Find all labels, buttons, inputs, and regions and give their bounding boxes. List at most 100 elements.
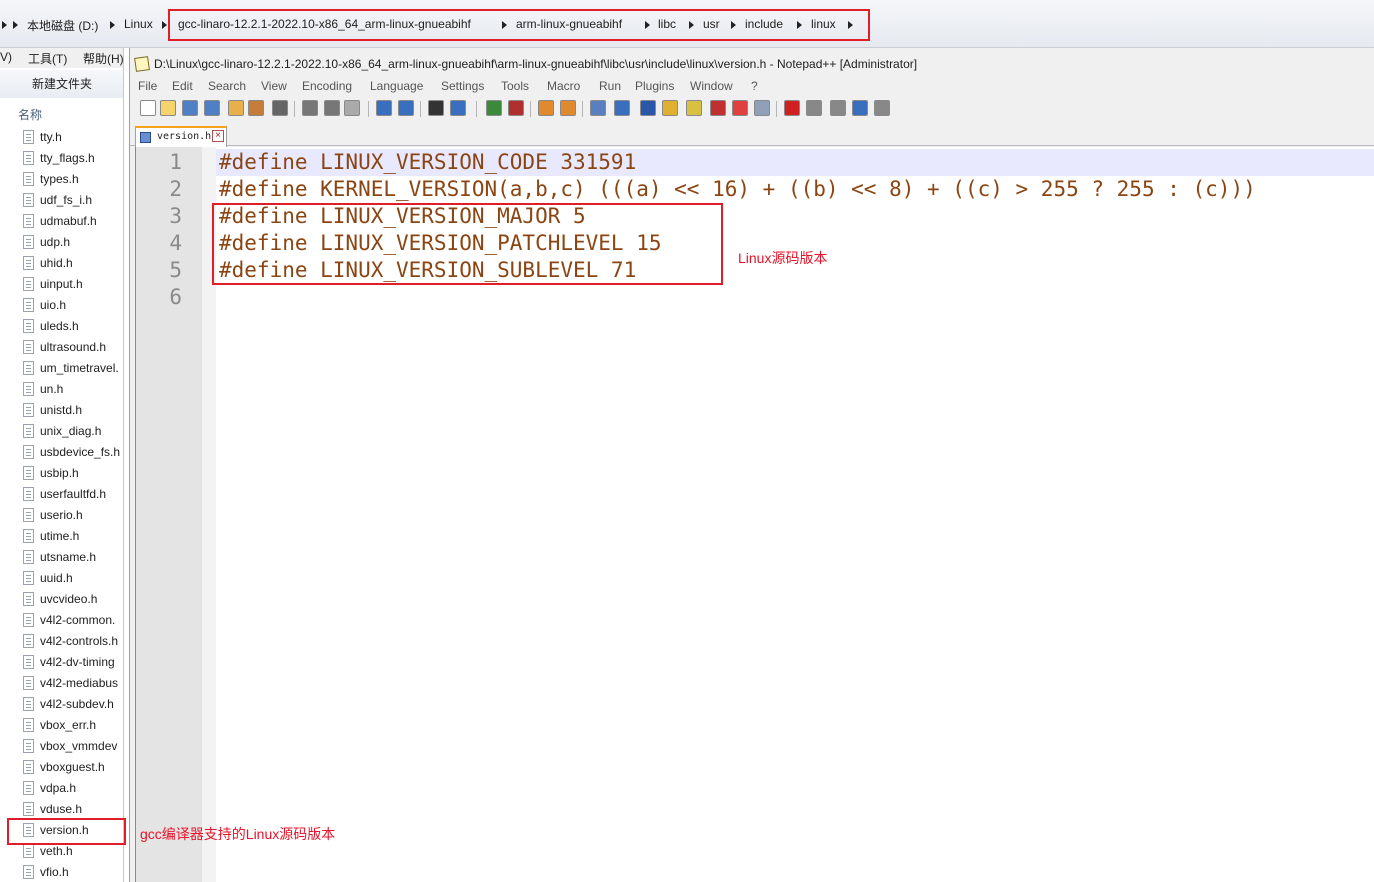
menu-settings[interactable]: Settings <box>441 79 484 93</box>
preview-icon[interactable] <box>754 100 770 116</box>
close-tab-icon[interactable]: × <box>212 130 224 142</box>
file-item[interactable]: usbip.h <box>0 463 123 484</box>
toolbar-separator <box>582 101 583 117</box>
menu-window[interactable]: Window <box>690 79 733 93</box>
file-item[interactable]: udf_fs_i.h <box>0 190 123 211</box>
file-item[interactable]: types.h <box>0 169 123 190</box>
file-item[interactable]: udmabuf.h <box>0 211 123 232</box>
file-item[interactable]: utime.h <box>0 526 123 547</box>
file-name: veth.h <box>40 844 73 858</box>
redo-icon[interactable] <box>398 100 414 116</box>
file-item[interactable]: uuid.h <box>0 568 123 589</box>
replace-icon[interactable] <box>450 100 466 116</box>
word-wrap-icon[interactable] <box>590 100 606 116</box>
indent-guide-icon[interactable] <box>640 100 656 116</box>
menu-encoding[interactable]: Encoding <box>302 79 352 93</box>
file-item[interactable]: uleds.h <box>0 316 123 337</box>
save-macro-icon[interactable] <box>874 100 890 116</box>
menu-macro[interactable]: Macro <box>547 79 580 93</box>
file-item[interactable]: v4l2-controls.h <box>0 631 123 652</box>
file-item[interactable]: unix_diag.h <box>0 421 123 442</box>
file-item[interactable]: uvcvideo.h <box>0 589 123 610</box>
file-item[interactable]: v4l2-subdev.h <box>0 694 123 715</box>
cut-icon[interactable] <box>302 100 318 116</box>
menu-view-fragment[interactable]: V) <box>0 50 12 64</box>
menu-language[interactable]: Language <box>370 79 423 93</box>
save-icon[interactable] <box>182 100 198 116</box>
header-file-icon <box>23 676 34 690</box>
file-item[interactable]: tty_flags.h <box>0 148 123 169</box>
record-macro-icon[interactable] <box>784 100 800 116</box>
file-item[interactable]: uinput.h <box>0 274 123 295</box>
save-all-icon[interactable] <box>204 100 220 116</box>
tab-label: version.h <box>157 131 212 142</box>
file-item[interactable]: unistd.h <box>0 400 123 421</box>
explorer-file-list[interactable]: V) 工具(T) 帮助(H) 新建文件夹 名称 tty.h tty_flags.h… <box>0 48 124 882</box>
file-item[interactable]: tty.h <box>0 127 123 148</box>
file-item[interactable]: vboxguest.h <box>0 757 123 778</box>
sync-vertical-icon[interactable] <box>538 100 554 116</box>
new-folder-button[interactable]: 新建文件夹 <box>0 70 123 98</box>
file-item[interactable]: vfio.h <box>0 862 123 882</box>
file-item[interactable]: un.h <box>0 379 123 400</box>
file-item[interactable]: userfaultfd.h <box>0 484 123 505</box>
menu-file[interactable]: File <box>138 79 157 93</box>
breadcrumb-arrow-icon[interactable] <box>162 21 167 29</box>
file-item[interactable]: utsname.h <box>0 547 123 568</box>
file-item[interactable]: vbox_vmmdev <box>0 736 123 757</box>
file-item[interactable]: udp.h <box>0 232 123 253</box>
menu-plugins[interactable]: Plugins <box>635 79 674 93</box>
breadcrumb-arrow-icon[interactable] <box>13 21 18 29</box>
source-version-annotation: Linux源码版本 <box>738 250 828 266</box>
file-item[interactable]: vduse.h <box>0 799 123 820</box>
file-item[interactable]: v4l2-common. <box>0 610 123 631</box>
file-item[interactable]: v4l2-dv-timing <box>0 652 123 673</box>
file-item[interactable]: ultrasound.h <box>0 337 123 358</box>
tab-version-h[interactable]: version.h × <box>135 126 227 147</box>
breadcrumb-linux[interactable]: Linux <box>124 17 153 31</box>
run-macro-multiple-icon[interactable] <box>852 100 868 116</box>
menu-tools[interactable]: 工具(T) <box>28 50 67 67</box>
file-item[interactable]: vbox_err.h <box>0 715 123 736</box>
open-file-icon[interactable] <box>160 100 176 116</box>
breadcrumb-arrow-icon[interactable] <box>110 21 115 29</box>
stop-macro-icon[interactable] <box>806 100 822 116</box>
zoom-out-icon[interactable] <box>508 100 524 116</box>
show-all-chars-icon[interactable] <box>614 100 630 116</box>
close-all-icon[interactable] <box>248 100 264 116</box>
paste-icon[interactable] <box>344 100 360 116</box>
code-line[interactable]: #define KERNEL_VERSION(a,b,c) (((a) << 1… <box>219 176 1256 203</box>
breadcrumb-drive[interactable]: 本地磁盘 (D:) <box>27 17 98 34</box>
menu-search[interactable]: Search <box>208 79 246 93</box>
menu-run[interactable]: Run <box>599 79 621 93</box>
file-item[interactable]: uio.h <box>0 295 123 316</box>
print-icon[interactable] <box>272 100 288 116</box>
document-map-icon[interactable] <box>662 100 678 116</box>
file-item[interactable]: um_timetravel. <box>0 358 123 379</box>
breadcrumb-arrow-icon[interactable] <box>2 21 7 29</box>
menu-view[interactable]: View <box>261 79 287 93</box>
play-macro-icon[interactable] <box>830 100 846 116</box>
menu-help[interactable]: 帮助(H) <box>83 50 123 67</box>
undo-icon[interactable] <box>376 100 392 116</box>
code-line[interactable]: #define LINUX_VERSION_CODE 331591 <box>219 149 636 176</box>
copy-icon[interactable] <box>324 100 340 116</box>
line-number: 6 <box>169 285 182 309</box>
file-item[interactable]: vdpa.h <box>0 778 123 799</box>
file-item[interactable]: usbdevice_fs.h <box>0 442 123 463</box>
column-header-name[interactable]: 名称 <box>18 106 42 123</box>
zoom-in-icon[interactable] <box>486 100 502 116</box>
menu-help[interactable]: ? <box>751 79 758 93</box>
folder-workspace-icon[interactable] <box>710 100 726 116</box>
file-item[interactable]: v4l2-mediabus <box>0 673 123 694</box>
new-file-icon[interactable] <box>140 100 156 116</box>
file-item[interactable]: uhid.h <box>0 253 123 274</box>
menu-tools[interactable]: Tools <box>501 79 529 93</box>
find-icon[interactable] <box>428 100 444 116</box>
close-icon[interactable] <box>228 100 244 116</box>
file-item[interactable]: userio.h <box>0 505 123 526</box>
monitoring-icon[interactable] <box>732 100 748 116</box>
function-list-icon[interactable] <box>686 100 702 116</box>
sync-horizontal-icon[interactable] <box>560 100 576 116</box>
menu-edit[interactable]: Edit <box>172 79 193 93</box>
